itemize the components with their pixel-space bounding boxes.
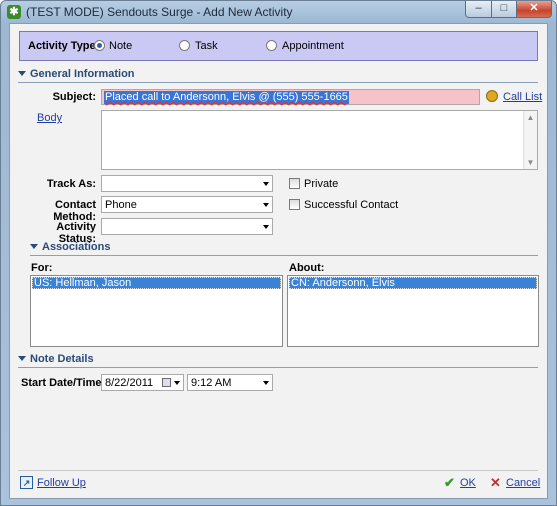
associations-title: Associations — [42, 241, 111, 253]
dropdown-arrow-icon — [263, 182, 269, 186]
minimize-button[interactable]: – — [465, 1, 492, 18]
general-information-title: General Information — [30, 68, 135, 80]
body-textarea[interactable]: ▲ ▼ — [101, 110, 538, 170]
subject-input[interactable]: Placed call to Andersonn, Elvis @ (555) … — [101, 89, 480, 105]
collapse-triangle-icon — [18, 356, 26, 361]
start-date-time-label: Start Date/Time: — [21, 377, 106, 389]
close-button[interactable]: ✕ — [516, 1, 552, 18]
radio-task[interactable] — [179, 40, 190, 51]
radio-note[interactable] — [94, 40, 105, 51]
track-as-dropdown[interactable] — [101, 175, 273, 192]
activity-status-dropdown[interactable] — [101, 218, 273, 235]
checkmark-icon[interactable]: ✔ — [443, 476, 456, 489]
about-list-item[interactable]: CN: Andersonn, Elvis — [289, 277, 537, 289]
general-information-header[interactable]: General Information — [18, 68, 538, 83]
contact-method-dropdown[interactable]: Phone — [101, 196, 273, 213]
cancel-link[interactable]: Cancel — [506, 477, 540, 489]
dropdown-arrow-icon — [263, 381, 269, 385]
dialog-content: Activity Type: Note Task Appointment Gen… — [9, 23, 548, 499]
for-list-item[interactable]: US: Hellman, Jason — [32, 277, 281, 289]
scroll-up-arrow-icon[interactable]: ▲ — [524, 113, 537, 122]
activity-type-label: Activity Type: — [28, 40, 100, 52]
phone-icon[interactable] — [486, 90, 498, 102]
radio-task-label[interactable]: Task — [195, 40, 218, 52]
window-title: (TEST MODE) Sendouts Surge - Add New Act… — [26, 5, 293, 19]
start-time-dropdown[interactable]: 9:12 AM — [187, 374, 273, 391]
about-listbox[interactable]: CN: Andersonn, Elvis — [287, 275, 539, 347]
for-listbox[interactable]: US: Hellman, Jason — [30, 275, 283, 347]
private-checkbox[interactable] — [289, 178, 300, 189]
radio-appointment-label[interactable]: Appointment — [282, 40, 344, 52]
associations-header[interactable]: Associations — [30, 241, 538, 256]
title-bar[interactable]: ✱ (TEST MODE) Sendouts Surge - Add New A… — [1, 1, 556, 23]
dialog-window: ✱ (TEST MODE) Sendouts Surge - Add New A… — [0, 0, 557, 506]
dropdown-arrow-icon — [263, 225, 269, 229]
track-as-label: Track As: — [46, 178, 96, 190]
radio-note-label[interactable]: Note — [109, 40, 132, 52]
dropdown-arrow-icon — [263, 203, 269, 207]
subject-value: Placed call to Andersonn, Elvis @ (555) … — [104, 91, 349, 104]
for-label: For: — [31, 262, 53, 274]
radio-appointment[interactable] — [266, 40, 277, 51]
private-label: Private — [304, 178, 339, 190]
about-label: About: — [289, 262, 325, 274]
body-link[interactable]: Body — [37, 112, 62, 124]
ok-link[interactable]: OK — [460, 477, 476, 489]
contact-method-value: Phone — [105, 199, 137, 211]
body-scrollbar[interactable]: ▲ ▼ — [523, 111, 537, 169]
start-date-value: 8/22/2011 — [105, 377, 154, 389]
start-time-value: 9:12 AM — [191, 377, 232, 389]
call-list-link[interactable]: Call List — [503, 91, 542, 103]
calendar-icon[interactable] — [162, 378, 171, 387]
footer-divider — [18, 470, 538, 471]
note-details-header[interactable]: Note Details — [18, 353, 538, 368]
note-details-title: Note Details — [30, 353, 94, 365]
collapse-triangle-icon — [18, 71, 26, 76]
scroll-down-arrow-icon[interactable]: ▼ — [524, 158, 537, 167]
app-icon: ✱ — [7, 5, 21, 19]
collapse-triangle-icon — [30, 244, 38, 249]
contact-method-label: Contact Method: — [53, 199, 96, 223]
start-date-picker[interactable]: 8/22/2011 — [101, 374, 184, 391]
follow-up-link[interactable]: Follow Up — [37, 477, 86, 489]
follow-up-icon[interactable]: ↗ — [20, 476, 33, 489]
activity-type-bar: Activity Type: Note Task Appointment — [19, 31, 538, 61]
successful-contact-checkbox[interactable] — [289, 199, 300, 210]
maximize-button[interactable]: □ — [491, 1, 517, 18]
subject-label: Subject: — [52, 91, 96, 103]
x-icon[interactable]: ✕ — [489, 476, 502, 489]
date-dropdown-arrow-icon — [174, 381, 180, 385]
successful-contact-label: Successful Contact — [304, 199, 399, 211]
